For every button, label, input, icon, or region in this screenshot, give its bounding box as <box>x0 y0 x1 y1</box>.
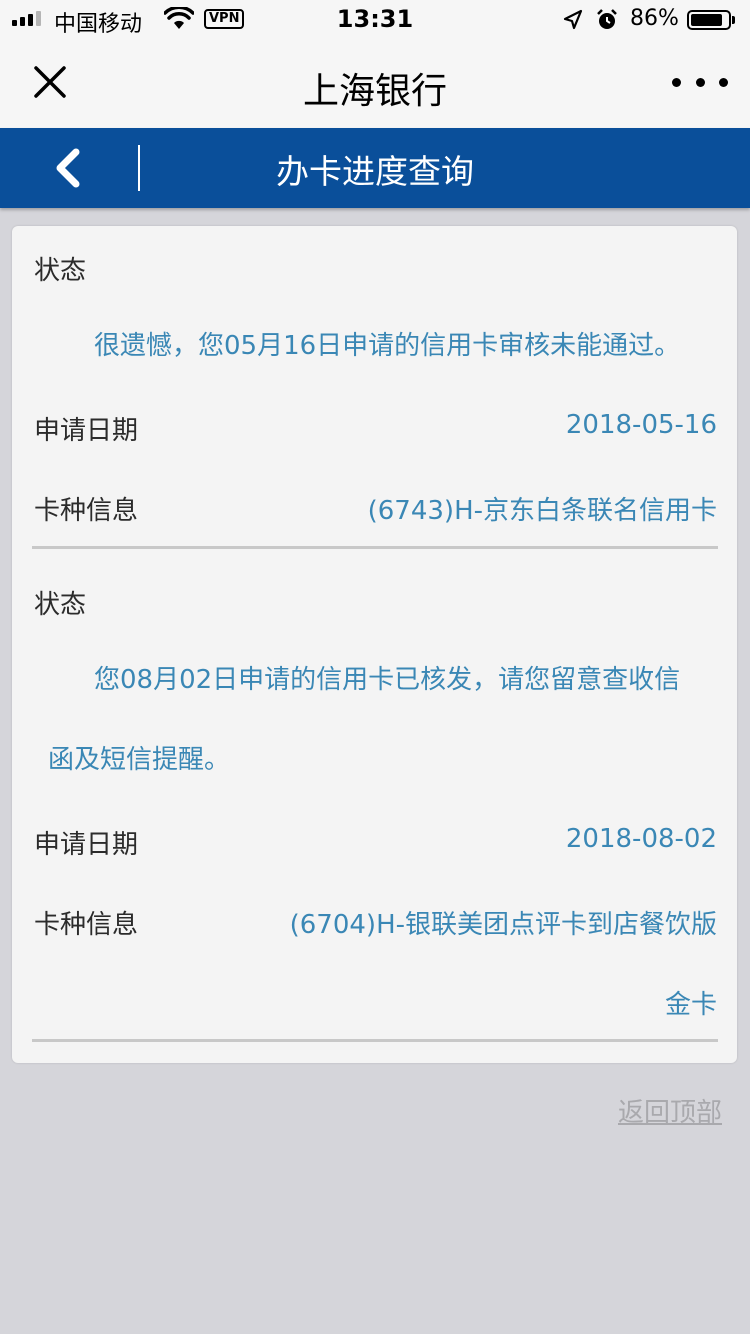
location-arrow-icon <box>563 9 583 30</box>
status-bar: 中国移动 VPN 13:31 86% <box>0 0 750 40</box>
application-date: 2018-08-02 <box>565 824 717 854</box>
status-text: 很遗憾，您05月16日申请的信用卡审核未能通过。 <box>94 331 681 361</box>
card-type-value-line-1: (6704)H-银联美团点评卡到店餐饮版 <box>289 910 717 940</box>
page-title: 上海银行 <box>302 71 447 112</box>
section-header: 办卡进度查询 <box>0 128 750 208</box>
card-type-value: (6743)H-京东白条联名信用卡 <box>367 496 717 526</box>
dot <box>719 77 728 87</box>
status-text-line-2: 函及短信提醒。 <box>48 745 231 775</box>
battery-percent: 86% <box>630 6 679 31</box>
battery-icon <box>687 10 731 30</box>
date-label: 申请日期 <box>34 416 139 446</box>
status-label: 状态 <box>34 256 87 286</box>
nav-bar: 上海银行 <box>0 40 750 129</box>
header-title: 办卡进度查询 <box>276 152 474 191</box>
card-type-value-line-2: 金卡 <box>664 990 717 1020</box>
more-icon[interactable] <box>672 70 728 94</box>
record-divider <box>32 546 718 549</box>
battery-tip <box>732 16 735 24</box>
card-type-label: 卡种信息 <box>34 496 139 526</box>
dot <box>695 77 705 87</box>
card-type-label: 卡种信息 <box>34 910 139 940</box>
application-date: 2018-05-16 <box>565 410 717 440</box>
status-label: 状态 <box>34 590 87 620</box>
record-divider <box>32 1039 718 1042</box>
date-label: 申请日期 <box>34 830 139 860</box>
back-to-top-link[interactable]: 返回顶部 <box>618 1092 722 1129</box>
alarm-icon <box>597 9 617 29</box>
dot <box>672 77 681 87</box>
status-text-line-1: 您08月02日申请的信用卡已核发，请您留意查收信 <box>94 665 681 695</box>
application-records-card: 状态 很遗憾，您05月16日申请的信用卡审核未能通过。 申请日期 2018-05… <box>12 226 737 1063</box>
